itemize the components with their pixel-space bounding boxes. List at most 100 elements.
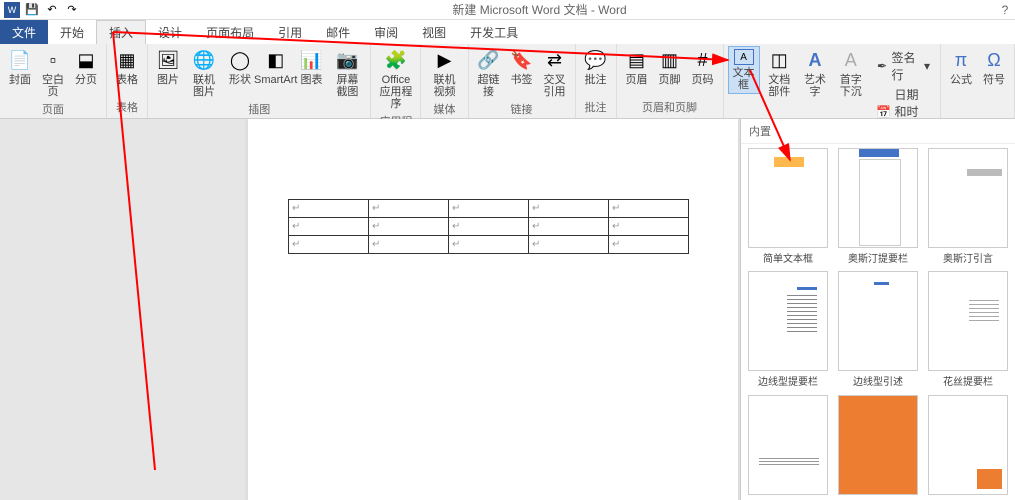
header-icon: ▤ (625, 48, 649, 72)
chart-icon: 📊 (299, 48, 323, 72)
gallery-item-filigree-sidebar[interactable]: 花丝提要栏 (925, 271, 1011, 390)
group-label: 表格 (111, 98, 143, 116)
hyperlink-button[interactable]: 🔗超链接 (473, 46, 505, 100)
bookmark-button[interactable]: 🔖书签 (506, 46, 538, 88)
gallery-item-simple[interactable]: 简单文本框 (745, 148, 831, 267)
gallery-item[interactable] (925, 395, 1011, 499)
smartart-icon: ◧ (264, 48, 288, 72)
tab-file[interactable]: 文件 (0, 20, 48, 44)
office-apps-button[interactable]: 🧩Office 应用程序 (375, 46, 416, 112)
table-row: ↵↵↵↵↵ (289, 236, 689, 254)
bookmark-icon: 🔖 (510, 48, 534, 72)
group-label: 页面 (4, 100, 102, 118)
group-label: 媒体 (425, 100, 463, 118)
signature-button[interactable]: ✒签名行▾ (872, 48, 934, 84)
group-apps: 🧩Office 应用程序 应用程序 (371, 44, 421, 118)
pi-icon: π (949, 48, 973, 72)
gallery-item-sideline-quote[interactable]: 边线型引述 (835, 271, 921, 390)
tab-mail[interactable]: 邮件 (314, 20, 362, 44)
tab-layout[interactable]: 页面布局 (194, 20, 266, 44)
table-row: ↵↵↵↵↵ (289, 218, 689, 236)
equation-button[interactable]: π公式 (945, 46, 977, 88)
textbox-gallery: 内置 简单文本框 奥斯汀提要栏 奥斯汀引言 边线型提要栏 边线型引述 花丝提要栏 (740, 119, 1015, 500)
tab-insert[interactable]: 插入 (96, 20, 146, 44)
picture-icon: 🖼 (156, 48, 180, 72)
group-label: 插图 (152, 100, 366, 118)
gallery-item[interactable] (745, 395, 831, 499)
wordart-icon: A (803, 48, 827, 72)
tab-developer[interactable]: 开发工具 (458, 20, 530, 44)
table-button[interactable]: ▦表格 (111, 46, 143, 88)
footer-icon: ▥ (658, 48, 682, 72)
doc-parts-button[interactable]: ◫文档部件 (761, 46, 798, 100)
gallery-item-sideline-sidebar[interactable]: 边线型提要栏 (745, 271, 831, 390)
group-pages: 📄封面 ▫空白页 ⬓分页 页面 (0, 44, 107, 118)
shapes-icon: ◯ (228, 48, 252, 72)
group-label: 页眉和页脚 (621, 98, 719, 116)
group-header-footer: ▤页眉 ▥页脚 #页码 页眉和页脚 (617, 44, 724, 118)
group-symbols: π公式 Ω符号 (941, 44, 1015, 118)
gallery-item-austin-sidebar[interactable]: 奥斯汀提要栏 (835, 148, 921, 267)
table-row: ↵↵↵↵↵ (289, 200, 689, 218)
page-number-button[interactable]: #页码 (687, 46, 719, 88)
gallery-grid: 简单文本框 奥斯汀提要栏 奥斯汀引言 边线型提要栏 边线型引述 花丝提要栏 (741, 144, 1015, 500)
tab-view[interactable]: 视图 (410, 20, 458, 44)
menu-bar: 文件 开始 插入 设计 页面布局 引用 邮件 审阅 视图 开发工具 (0, 20, 1015, 44)
word-app-icon: W (4, 2, 20, 18)
save-icon[interactable]: 💾 (24, 2, 40, 18)
undo-icon[interactable]: ↶ (44, 2, 60, 18)
cover-page-button[interactable]: 📄封面 (4, 46, 36, 88)
help-icon[interactable]: ? (995, 3, 1015, 17)
document-table[interactable]: ↵↵↵↵↵ ↵↵↵↵↵ ↵↵↵↵↵ (288, 199, 689, 254)
group-label: 链接 (473, 100, 571, 118)
group-comments: 💬批注 批注 (576, 44, 617, 118)
title-bar: W 💾 ↶ ↷ 新建 Microsoft Word 文档 - Word ? (0, 0, 1015, 20)
group-text: A文本框 ◫文档部件 A艺术字 A首字下沉 ✒签名行▾ 📅日期和时间 ◪对象▾ (724, 44, 941, 118)
tab-review[interactable]: 审阅 (362, 20, 410, 44)
header-button[interactable]: ▤页眉 (621, 46, 653, 88)
apps-icon: 🧩 (384, 48, 408, 72)
page-break-icon: ⬓ (74, 48, 98, 72)
gallery-item-austin-quote[interactable]: 奥斯汀引言 (925, 148, 1011, 267)
blank-page-button[interactable]: ▫空白页 (37, 46, 69, 100)
cross-reference-button[interactable]: ⇄交叉引用 (539, 46, 571, 100)
quick-access-toolbar: W 💾 ↶ ↷ (0, 2, 84, 18)
online-picture-icon: 🌐 (192, 48, 216, 72)
group-table: ▦表格 表格 (107, 44, 148, 118)
tab-home[interactable]: 开始 (48, 20, 96, 44)
online-video-button[interactable]: ▶联机视频 (425, 46, 463, 100)
gallery-header: 内置 (741, 119, 1015, 144)
cover-page-icon: 📄 (8, 48, 32, 72)
omega-icon: Ω (982, 48, 1006, 72)
tab-references[interactable]: 引用 (266, 20, 314, 44)
group-links: 🔗超链接 🔖书签 ⇄交叉引用 链接 (469, 44, 576, 118)
screenshot-button[interactable]: 📷屏幕截图 (328, 46, 366, 100)
picture-button[interactable]: 🖼图片 (152, 46, 184, 88)
page-break-button[interactable]: ⬓分页 (70, 46, 102, 88)
signature-icon: ✒ (876, 59, 887, 73)
comment-button[interactable]: 💬批注 (580, 46, 612, 88)
dropdown-icon: ▾ (924, 59, 930, 73)
dropcap-icon: A (839, 48, 863, 72)
comment-icon: 💬 (584, 48, 608, 72)
tab-design[interactable]: 设计 (146, 20, 194, 44)
wordart-button[interactable]: A艺术字 (799, 46, 831, 100)
smartart-button[interactable]: ◧SmartArt (257, 46, 295, 88)
screenshot-icon: 📷 (335, 48, 359, 72)
footer-button[interactable]: ▥页脚 (654, 46, 686, 88)
textbox-button[interactable]: A文本框 (728, 46, 760, 94)
symbol-button[interactable]: Ω符号 (978, 46, 1010, 88)
document-page[interactable]: ↵↵↵↵↵ ↵↵↵↵↵ ↵↵↵↵↵ (248, 119, 738, 500)
group-media: ▶联机视频 媒体 (421, 44, 468, 118)
redo-icon[interactable]: ↷ (64, 2, 80, 18)
group-illustrations: 🖼图片 🌐联机图片 ◯形状 ◧SmartArt 📊图表 📷屏幕截图 插图 (148, 44, 371, 118)
dropcap-button[interactable]: A首字下沉 (832, 46, 869, 100)
ribbon: 📄封面 ▫空白页 ⬓分页 页面 ▦表格 表格 🖼图片 🌐联机图片 ◯形状 ◧Sm… (0, 44, 1015, 119)
window-title: 新建 Microsoft Word 文档 - Word (84, 1, 995, 18)
gallery-item[interactable] (835, 395, 921, 499)
online-picture-button[interactable]: 🌐联机图片 (185, 46, 223, 100)
shapes-button[interactable]: ◯形状 (224, 46, 256, 88)
chart-button[interactable]: 📊图表 (295, 46, 327, 88)
doc-parts-icon: ◫ (767, 48, 791, 72)
group-label: 批注 (580, 98, 612, 116)
